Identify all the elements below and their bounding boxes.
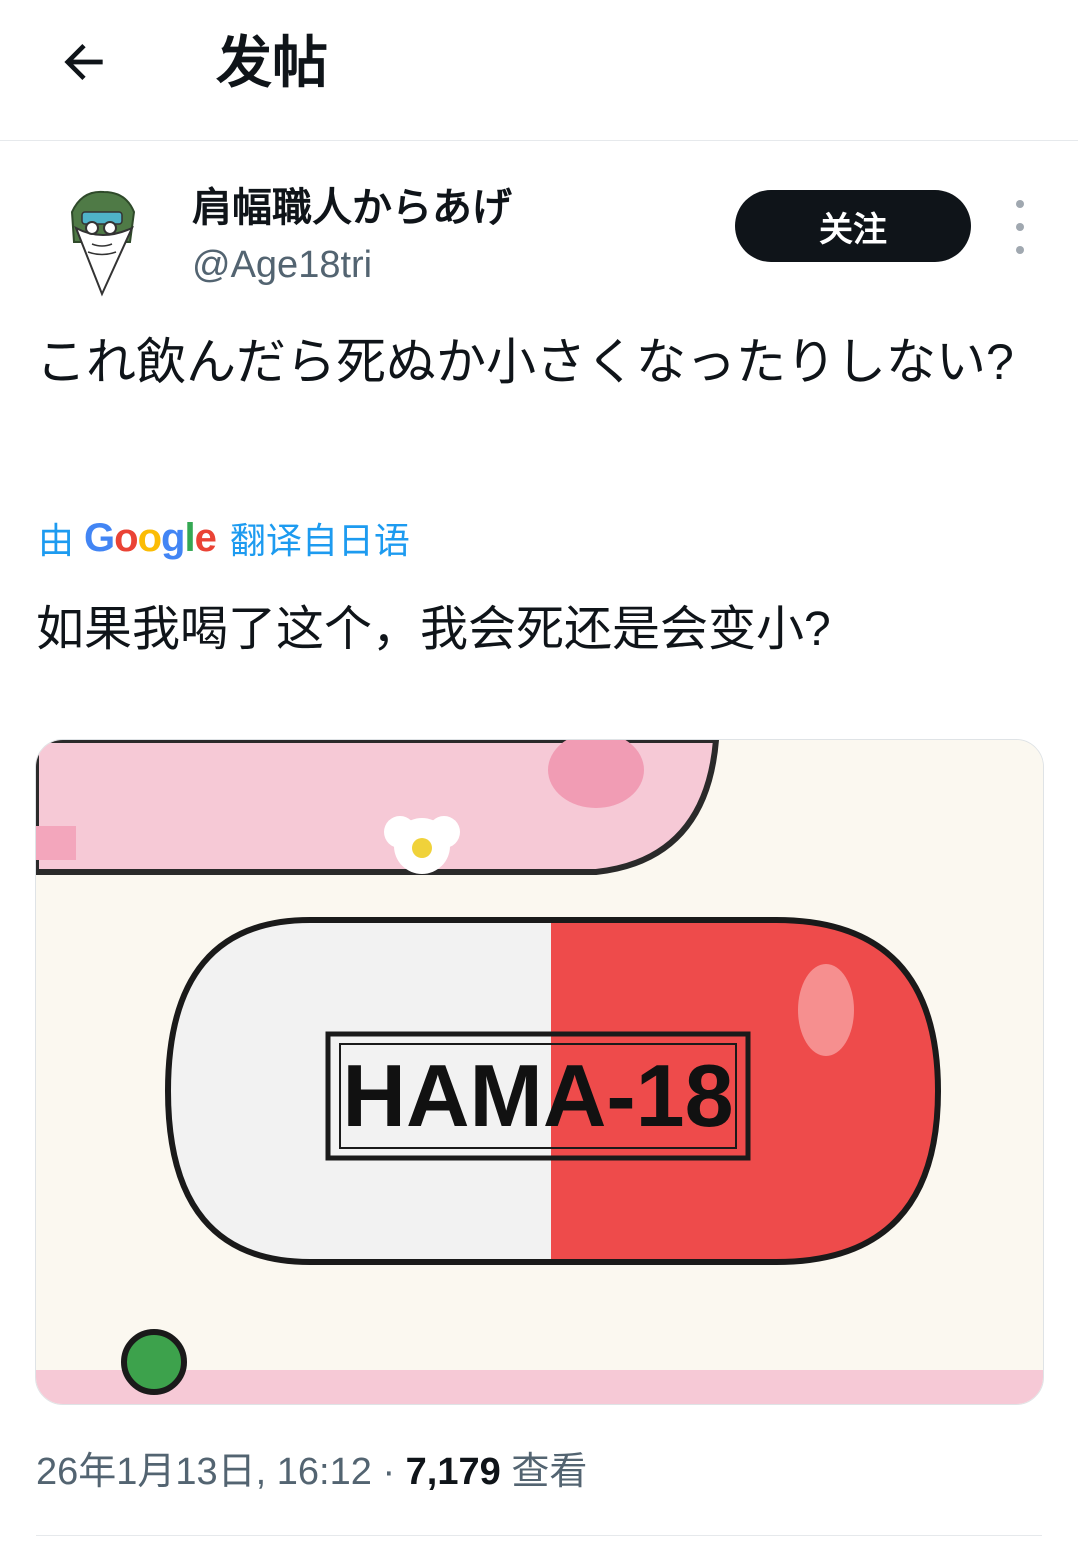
follow-button[interactable]: 关注: [735, 190, 971, 262]
translation-by-label: 由: [38, 520, 75, 561]
more-vertical-icon-dot: [1016, 223, 1024, 231]
google-logo: Google: [84, 515, 217, 560]
more-vertical-icon-dot: [1016, 246, 1024, 254]
author-handle[interactable]: @Age18tri: [192, 240, 372, 290]
page-title: 发帖: [216, 31, 328, 94]
back-button[interactable]: [52, 30, 116, 94]
divider: [36, 1535, 1042, 1536]
post-text: これ飲んだら死ぬか小さくなったりしない?: [36, 334, 1014, 390]
post-meta: 26年1月13日, 16:12 · 7,179 查看: [36, 1444, 587, 1500]
top-bar: 发帖: [0, 0, 1078, 141]
pill-label: HAMA-18: [342, 1046, 733, 1145]
translation-attribution[interactable]: 由 Google 翻译自日语: [38, 512, 410, 564]
post-image[interactable]: HAMA-18: [35, 739, 1044, 1405]
arrow-left-icon: [64, 44, 103, 80]
meta-separator: ·: [382, 1451, 396, 1493]
author-display-name[interactable]: 肩幅職人からあげ: [192, 182, 512, 234]
more-vertical-icon: [1016, 200, 1024, 208]
views-label: 查看: [511, 1451, 588, 1493]
translated-post-text: 如果我喝了这个，我会死还是会变小?: [36, 603, 831, 656]
post-timestamp[interactable]: 26年1月13日, 16:12: [36, 1451, 372, 1493]
more-options-button[interactable]: [1000, 200, 1040, 254]
avatar[interactable]: [52, 182, 152, 298]
views-count: 7,179: [405, 1451, 501, 1493]
translation-source-label: 翻译自日语: [229, 520, 410, 561]
